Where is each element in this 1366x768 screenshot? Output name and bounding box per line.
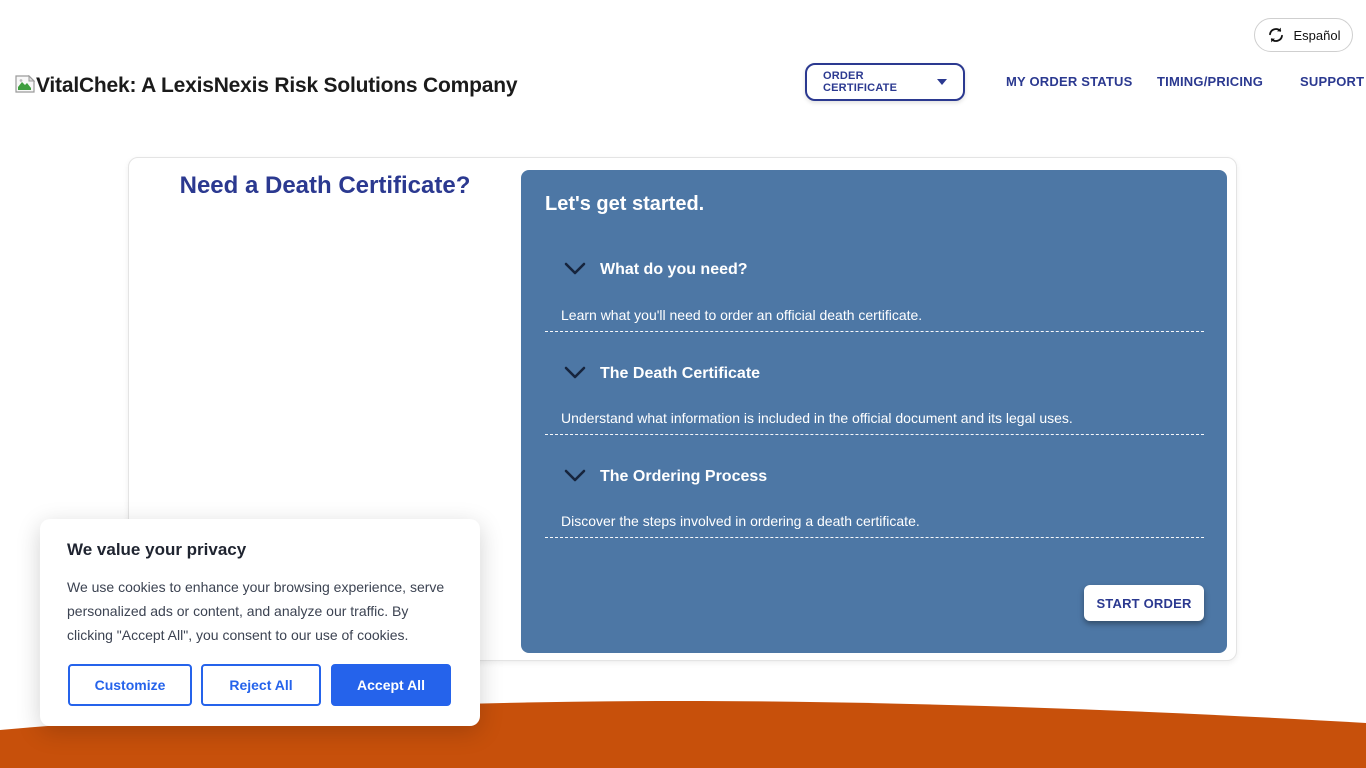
accordion-death-certificate[interactable]: The Death Certificate <box>564 364 760 384</box>
dashed-divider <box>545 537 1204 538</box>
language-toggle-label: Español <box>1294 28 1341 43</box>
nav-support[interactable]: SUPPORT <box>1300 74 1364 89</box>
dashed-divider <box>545 331 1204 332</box>
site-logo[interactable]: VitalChek: A LexisNexis Risk Solutions C… <box>15 74 517 99</box>
panel-heading: Let's get started. <box>545 193 704 216</box>
dashed-divider <box>545 434 1204 435</box>
page: Español VitalChek: A LexisNexis Risk Sol… <box>0 0 1366 768</box>
chevron-down-icon <box>564 366 586 384</box>
page-title: Need a Death Certificate? <box>129 172 521 200</box>
chevron-down-icon <box>564 262 586 280</box>
order-certificate-dropdown[interactable]: ORDER CERTIFICATE <box>805 63 965 101</box>
cookie-consent-dialog: We value your privacy We use cookies to … <box>40 519 480 726</box>
logo-alt-text: VitalChek: A LexisNexis Risk Solutions C… <box>36 74 517 98</box>
broken-image-icon <box>15 75 35 99</box>
accordion-description: Discover the steps involved in ordering … <box>561 513 920 529</box>
accordion-what-do-you-need[interactable]: What do you need? <box>564 260 748 280</box>
chevron-down-icon <box>564 469 586 487</box>
caret-down-icon <box>937 79 947 85</box>
accordion-title: The Death Certificate <box>600 365 760 383</box>
get-started-panel: Let's get started. What do you need? Lea… <box>521 170 1227 653</box>
cookie-dialog-title: We value your privacy <box>67 540 246 560</box>
start-order-button[interactable]: START ORDER <box>1084 585 1204 621</box>
accept-all-button[interactable]: Accept All <box>331 664 451 706</box>
cookie-dialog-message: We use cookies to enhance your browsing … <box>67 575 455 647</box>
order-certificate-label: ORDER CERTIFICATE <box>823 70 937 94</box>
accordion-title: What do you need? <box>600 261 748 279</box>
nav-timing-pricing[interactable]: TIMING/PRICING <box>1157 74 1263 89</box>
nav-my-order-status[interactable]: MY ORDER STATUS <box>1006 74 1133 89</box>
accordion-title: The Ordering Process <box>600 468 767 486</box>
language-toggle-button[interactable]: Español <box>1254 18 1353 52</box>
customize-button[interactable]: Customize <box>68 664 192 706</box>
accordion-description: Learn what you'll need to order an offic… <box>561 307 922 323</box>
accordion-description: Understand what information is included … <box>561 410 1073 426</box>
accordion-ordering-process[interactable]: The Ordering Process <box>564 467 767 487</box>
language-switch-icon <box>1267 26 1285 44</box>
reject-all-button[interactable]: Reject All <box>201 664 321 706</box>
